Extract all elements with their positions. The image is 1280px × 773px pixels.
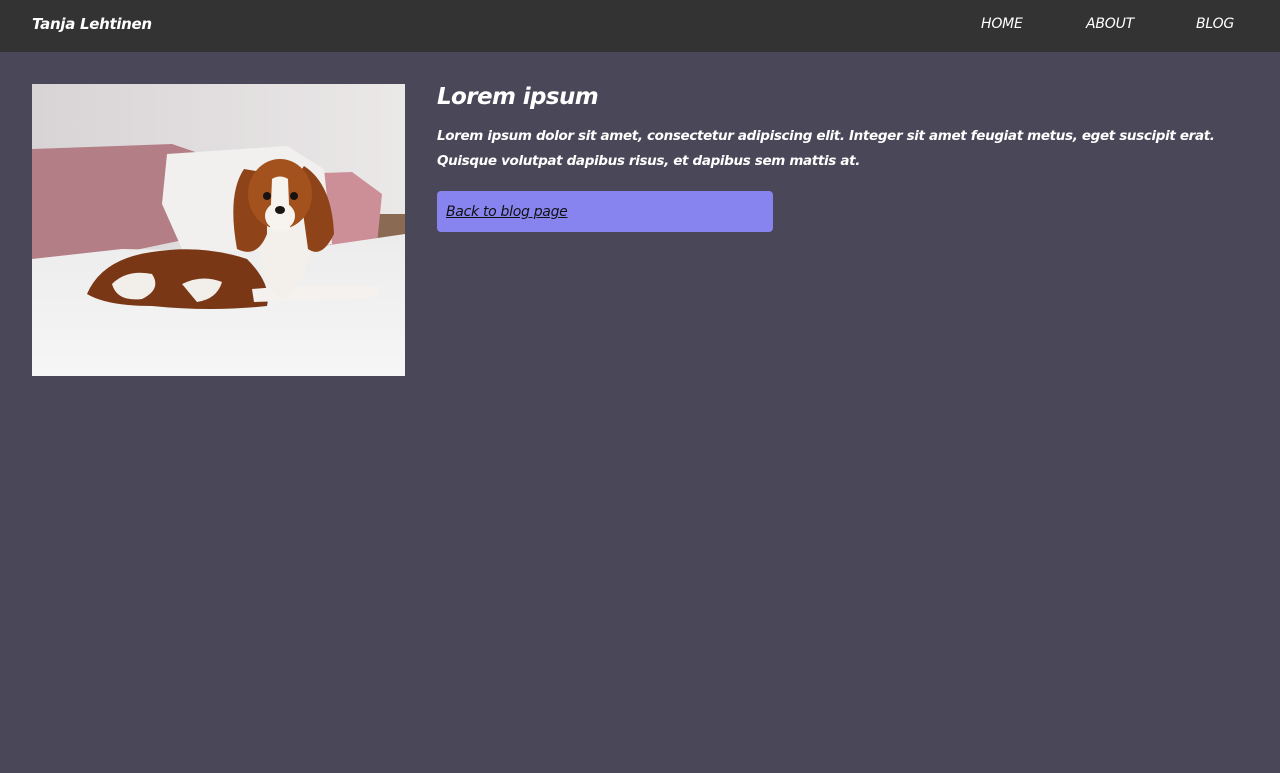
post-photo-dog xyxy=(32,84,405,376)
post-body: Lorem ipsum dolor sit amet, consectetur … xyxy=(437,128,1215,169)
nav-home-link[interactable]: HOME xyxy=(981,16,1023,32)
back-to-blog-box: Back to blog page xyxy=(437,191,773,232)
nav-blog-link[interactable]: BLOG xyxy=(1196,16,1234,32)
site-brand-link[interactable]: Tanja Lehtinen xyxy=(32,15,152,33)
back-to-blog-link[interactable]: Back to blog page xyxy=(446,204,568,220)
top-navbar: Tanja Lehtinen HOME ABOUT BLOG xyxy=(0,0,1280,52)
post-content: Lorem ipsum Lorem ipsum dolor sit amet, … xyxy=(437,84,1247,232)
post-title: Lorem ipsum xyxy=(437,84,599,110)
nav-about-link[interactable]: ABOUT xyxy=(1086,16,1134,32)
